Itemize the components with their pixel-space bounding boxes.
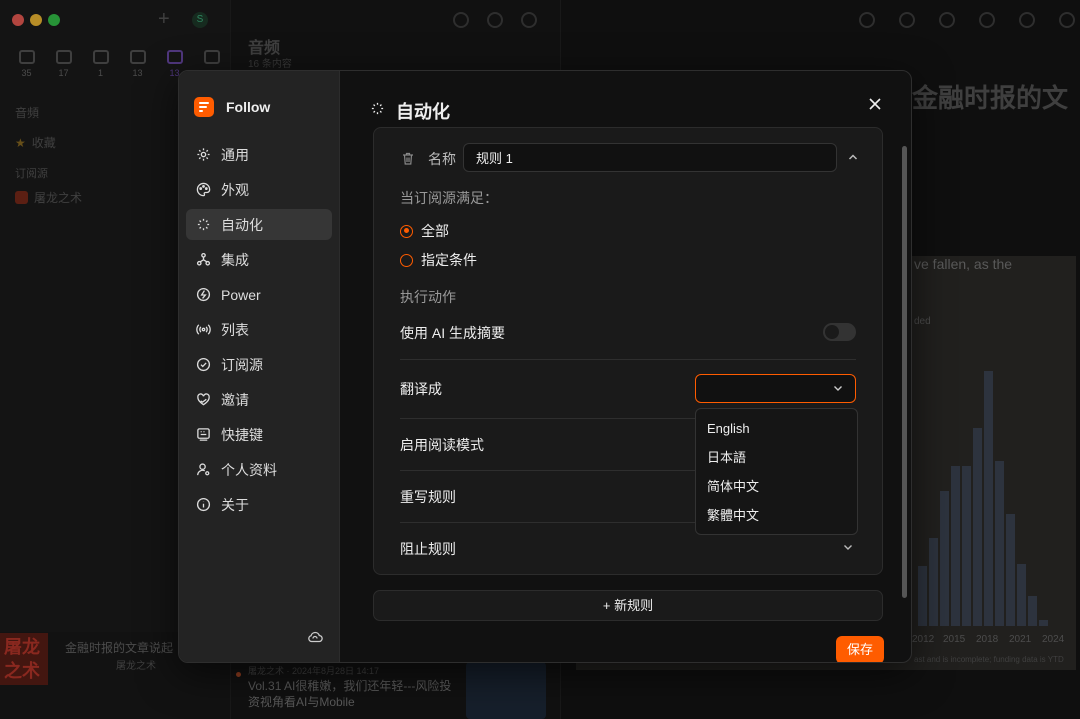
palette-icon (196, 182, 211, 197)
chevron-up-icon[interactable] (848, 153, 858, 161)
language-dropdown-menu: English 日本語 简体中文 繁體中文 (695, 408, 858, 535)
power-icon (196, 287, 211, 302)
keyboard-icon (197, 428, 210, 441)
condition-all-radio[interactable]: 全部 (400, 221, 449, 241)
trash-icon[interactable] (402, 152, 414, 165)
follow-logo-icon (194, 97, 214, 117)
condition-label: 当订阅源满足： (400, 190, 498, 206)
rule-name-label: 名称 (428, 151, 456, 167)
nav-item-feeds[interactable]: 订阅源 (186, 349, 332, 380)
block-rules-label[interactable]: 阻止规则 (400, 539, 856, 559)
integration-icon (196, 252, 211, 266)
nav-item-shortcuts[interactable]: 快捷键 (186, 419, 332, 450)
radio-checked-icon (400, 224, 413, 238)
cloud-sync-icon[interactable] (307, 629, 323, 643)
translate-language-select[interactable] (695, 374, 856, 403)
settings-sidebar: Follow 通用 外观 自动化 集成 Power 列表 订阅源 邀请 快捷键 … (179, 71, 340, 662)
language-option-simplified-chinese[interactable]: 简体中文 (696, 472, 857, 501)
nav-item-appearance[interactable]: 外观 (186, 174, 332, 205)
scrollbar[interactable] (902, 146, 907, 598)
nav-item-about[interactable]: 关于 (186, 489, 332, 520)
language-option-traditional-chinese[interactable]: 繁體中文 (696, 501, 857, 530)
nav-item-integration[interactable]: 集成 (186, 244, 332, 275)
check-circle-icon (196, 357, 211, 372)
add-rule-button[interactable]: + 新规则 (373, 590, 883, 621)
heart-hands-icon (197, 393, 210, 406)
nav-item-invite[interactable]: 邀请 (186, 384, 332, 415)
settings-content: 自动化 名称 当订阅源满足： 全部 指定条件 执行动作 使用 AI 生成摘要 翻… (340, 71, 911, 662)
nav-item-profile[interactable]: 个人资料 (186, 454, 332, 485)
close-icon[interactable] (868, 97, 882, 111)
ai-summary-label: 使用 AI 生成摘要 (400, 325, 506, 341)
divider (400, 359, 856, 360)
chevron-down-icon[interactable] (843, 544, 853, 551)
ai-summary-toggle[interactable] (823, 323, 856, 341)
app-name: Follow (226, 99, 271, 115)
nav-item-power[interactable]: Power (186, 279, 332, 310)
chevron-down-icon (834, 386, 842, 391)
user-gear-icon (197, 463, 210, 476)
condition-custom-radio[interactable]: 指定条件 (400, 250, 477, 270)
nav-item-automation[interactable]: 自动化 (186, 209, 332, 240)
gear-icon (197, 148, 210, 161)
settings-nav: 通用 外观 自动化 集成 Power 列表 订阅源 邀请 快捷键 个人资料 关于 (186, 139, 332, 524)
save-button[interactable]: 保存 (836, 636, 884, 662)
settings-modal: Follow 通用 外观 自动化 集成 Power 列表 订阅源 邀请 快捷键 … (178, 70, 912, 663)
broadcast-icon (196, 324, 211, 335)
nav-item-lists[interactable]: 列表 (186, 314, 332, 345)
magic-wand-icon (197, 218, 210, 231)
language-option-japanese[interactable]: 日本語 (696, 443, 857, 472)
rule-name-input[interactable] (463, 143, 837, 172)
info-icon (196, 497, 211, 512)
radio-unchecked-icon (400, 253, 413, 267)
actions-label: 执行动作 (400, 289, 456, 305)
page-title: 自动化 (396, 102, 450, 122)
magic-wand-icon (371, 102, 384, 115)
language-option-english[interactable]: English (696, 414, 857, 443)
nav-item-general[interactable]: 通用 (186, 139, 332, 170)
